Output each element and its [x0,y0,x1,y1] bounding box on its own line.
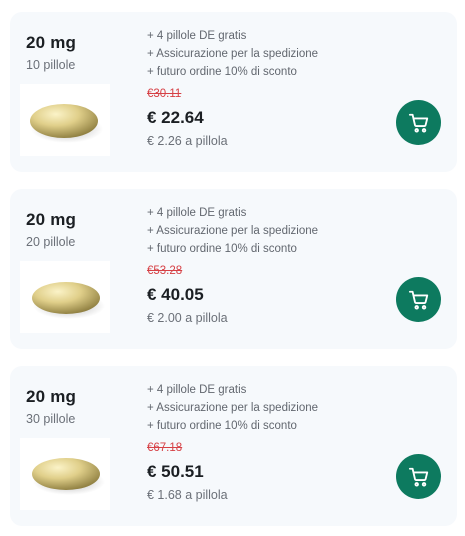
unit-price: € 2.26 a pillola [147,134,228,148]
perk-item: + futuro ordine 10% di sconto [147,420,297,432]
add-to-cart-button[interactable] [396,277,441,322]
dose-label: 20 mg [26,387,77,406]
perk-item: + 4 pillole DE gratis [147,30,247,42]
price: € 50.51 [147,462,204,481]
add-to-cart-button[interactable] [396,454,441,499]
product-card: 20 mg 10 pillole + 4 pillole DE gratis +… [10,12,457,172]
unit-price: € 1.68 a pillola [147,488,228,502]
perk-item: + Assicurazione per la spedizione [147,225,319,237]
price: € 40.05 [147,285,204,304]
old-price: €67.18 [147,442,183,454]
perk-item: + 4 pillole DE gratis [147,384,247,396]
add-to-cart-button[interactable] [396,100,441,145]
product-list: 20 mg 10 pillole + 4 pillole DE gratis +… [0,0,465,536]
product-card: 20 mg 20 pillole + 4 pillole DE gratis +… [10,189,457,349]
pill-image [20,438,110,510]
perks-list: + 4 pillole DE gratis + Assicurazione pe… [147,204,318,258]
perks-list: + 4 pillole DE gratis + Assicurazione pe… [147,27,318,81]
unit-price: € 2.00 a pillola [147,311,228,325]
pill-count: 10 pillole [26,58,76,72]
perk-item: + Assicurazione per la spedizione [147,402,319,414]
cart-icon [408,113,428,133]
pill-count: 20 pillole [26,235,76,249]
perks-list: + 4 pillole DE gratis + Assicurazione pe… [147,381,318,435]
cart-icon [408,467,428,487]
price: € 22.64 [147,108,204,127]
dose-label: 20 mg [26,210,77,229]
perk-item: + Assicurazione per la spedizione [147,48,319,60]
perk-item: + futuro ordine 10% di sconto [147,66,297,78]
cart-icon [408,290,428,310]
pill-count: 30 pillole [26,412,76,426]
dose-label: 20 mg [26,33,77,52]
old-price: €30.11 [147,88,182,100]
product-card: 20 mg 30 pillole + 4 pillole DE gratis +… [10,366,457,526]
perk-item: + 4 pillole DE gratis [147,207,247,219]
old-price: €53.28 [147,265,183,277]
pill-image [20,84,110,156]
pill-image [20,261,110,333]
perk-item: + futuro ordine 10% di sconto [147,243,297,255]
